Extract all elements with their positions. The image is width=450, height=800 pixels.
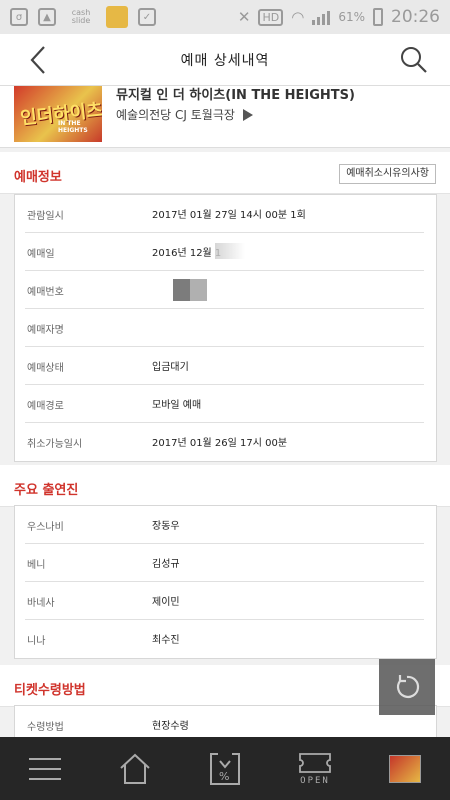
booking-row: 예매일 2016년 12월 1 [15,233,436,271]
booking-row: 예매상태 입금대기 [15,347,436,385]
refresh-icon [397,675,420,698]
status-left: σ ▲ cash slide ✓ [10,6,156,28]
hd-icon: HD [258,8,284,26]
discount-button[interactable]: % [195,744,255,794]
ticket-receive-title: 티켓수령방법 [14,683,86,698]
booking-info-header: 예매정보 예매취소시유의사항 [0,152,450,194]
bottom-nav: % OPEN [0,737,450,800]
row-value: 현장수령 [152,721,189,732]
cast-title: 주요 출연진 [14,483,79,498]
mute-icon: ✕ [237,8,251,26]
row-value: 입금대기 [152,362,189,373]
actor-name: 최수진 [152,635,180,646]
menu-button[interactable] [15,744,75,794]
ticket-receive-card: 수령방법 현장수령 [14,705,437,737]
open-ticket-button[interactable]: OPEN [285,744,345,794]
redacted-fade [215,243,245,259]
cast-card: 우스나비 장동우 베니 김성규 바네사 제이민 니나 최수진 [14,505,437,659]
home-button[interactable] [105,744,165,794]
cast-header: 주요 출연진 [0,465,450,507]
row-value: 모바일 예매 [152,400,202,411]
event-title: 뮤지컬 인 더 하이츠(IN THE HEIGHTS) [116,88,355,103]
svg-text:%: % [219,770,229,783]
cancel-notice-button[interactable]: 예매취소시유의사항 [339,164,436,184]
recent-view-button[interactable] [375,744,435,794]
status-bar: σ ▲ cash slide ✓ ✕ HD ◠ 61% 20:26 [0,0,450,34]
search-icon [401,47,427,73]
row-value: 2017년 01월 27일 14시 00분 1회 [152,210,306,221]
menu-icon [29,757,61,780]
open-label: OPEN [300,775,330,786]
open-ticket-icon [299,752,331,773]
chevron-left-icon [30,46,45,74]
row-label: 예매번호 [27,287,64,298]
clock: 20:26 [391,7,440,27]
booking-row: 예매자명 [15,309,436,347]
role-label: 니나 [27,636,46,647]
discount-icon: % [210,752,240,785]
play-arrow-icon [242,108,253,121]
booking-info-title: 예매정보 [14,170,62,185]
role-label: 우스나비 [27,522,64,533]
redacted-booking-number [173,279,207,301]
row-label: 예매자명 [27,325,64,336]
signal-icon [312,9,331,25]
app-header: 예매 상세내역 [0,34,450,86]
event-poster[interactable]: 인더하이츠 IN THE HEIGHTS [14,86,102,142]
store-icon: ✓ [138,8,156,26]
booking-row: 예매번호 [15,271,436,309]
notification-app-icon: σ [10,8,28,26]
gallery-icon: ▲ [38,8,56,26]
row-value: 2017년 01월 26일 17시 00분 [152,438,288,449]
status-right: ✕ HD ◠ 61% 20:26 [238,7,440,27]
row-label: 예매경로 [27,401,64,412]
actor-name: 장동우 [152,521,180,532]
row-label: 수령방법 [27,722,64,733]
refresh-button[interactable] [379,659,435,715]
event-summary[interactable]: 인더하이츠 IN THE HEIGHTS 뮤지컬 인 더 하이츠(IN THE … [0,86,450,148]
cash-slide-icon: cash slide [71,8,91,25]
booking-row: 예매경로 모바일 예매 [15,385,436,423]
event-venue: 예술의전당 CJ 토월극장 [116,108,235,122]
row-value: 2016년 12월 1 [152,248,222,259]
row-label: 예매일 [27,249,55,260]
poster-subtitle: IN THE HEIGHTS [58,120,88,134]
cast-row: 베니 김성규 [15,544,436,582]
role-label: 바네사 [27,598,55,609]
role-label: 베니 [27,560,46,571]
row-label: 관람일시 [27,211,64,222]
booking-row: 관람일시 2017년 01월 27일 14시 00분 1회 [15,195,436,233]
actor-name: 제이민 [152,597,180,608]
app-notification-icon [106,6,128,28]
recent-thumbnail [389,754,421,783]
page-title: 예매 상세내역 [180,52,270,69]
battery-icon [373,8,383,26]
booking-info-card: 관람일시 2017년 01월 27일 14시 00분 1회 예매일 2016년 … [14,194,437,462]
cast-row: 우스나비 장동우 [15,506,436,544]
event-venue-link[interactable]: 예술의전당 CJ 토월극장 [116,106,253,123]
home-icon [120,753,150,784]
back-button[interactable] [22,44,54,76]
cast-row: 니나 최수진 [15,620,436,658]
wifi-icon: ◠ [291,8,305,26]
booking-row: 취소가능일시 2017년 01월 26일 17시 00분 [15,423,436,461]
search-button[interactable] [398,44,430,76]
receive-row: 수령방법 현장수령 [15,706,436,737]
row-label: 예매상태 [27,363,64,374]
battery-percent: 61% [338,10,365,24]
cast-row: 바네사 제이민 [15,582,436,620]
actor-name: 김성규 [152,559,180,570]
row-label: 취소가능일시 [27,439,83,450]
